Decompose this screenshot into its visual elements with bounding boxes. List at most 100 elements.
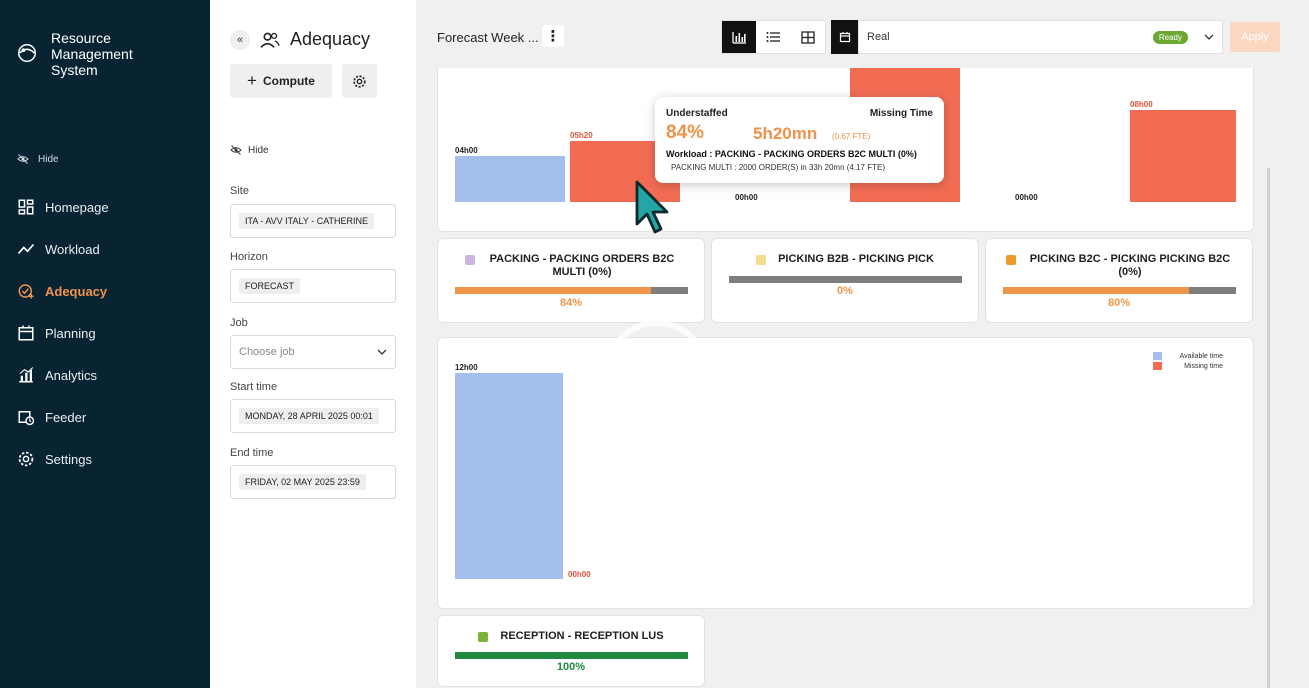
job-select[interactable]: Choose job bbox=[230, 335, 396, 369]
job-title-text: PACKING - PACKING ORDERS B2C MULTI (0%) bbox=[489, 253, 675, 278]
brand-name: Resource Management System bbox=[51, 30, 133, 78]
scenario-select[interactable]: Real Ready bbox=[858, 20, 1223, 54]
bar-value-label: 00h00 bbox=[1015, 193, 1038, 202]
page-title-text: Adequacy bbox=[290, 29, 371, 49]
brand-line: System bbox=[51, 62, 98, 78]
bar-value-label: 08h00 bbox=[1130, 100, 1153, 109]
start-time-label: Start time bbox=[230, 381, 278, 393]
job-card-picking-b2b[interactable]: PICKING B2B - PICKING PICK 0% bbox=[711, 238, 979, 323]
main-scrollbar[interactable] bbox=[1267, 168, 1270, 688]
calendar-icon bbox=[839, 32, 850, 43]
end-time-field[interactable]: FRIDAY, 02 MAY 2025 23:59 bbox=[230, 465, 396, 499]
sidebar-item-planning[interactable]: Planning bbox=[0, 312, 210, 354]
job-placeholder: Choose job bbox=[239, 346, 295, 358]
sidebar-item-analytics[interactable]: Analytics bbox=[0, 354, 210, 396]
job-percentage: 80% bbox=[1107, 297, 1131, 309]
sidebar-item-label: Settings bbox=[45, 451, 92, 467]
panel-hide-label: Hide bbox=[248, 144, 269, 156]
sidebar-item-workload[interactable]: Workload bbox=[0, 228, 210, 270]
job-title-text: PICKING B2C - PICKING PICKING B2C (0%) bbox=[1029, 253, 1231, 278]
sidebar-item-feeder[interactable]: Feeder bbox=[0, 396, 210, 438]
chevron-down-icon bbox=[377, 349, 387, 355]
dashboard-icon bbox=[18, 199, 34, 215]
play-icon bbox=[648, 351, 684, 395]
legend-item-missing[interactable]: Missing time bbox=[1153, 362, 1223, 370]
scenario-value: Real bbox=[867, 31, 890, 43]
bar-chart-icon bbox=[732, 31, 746, 44]
grid-view-button[interactable] bbox=[791, 21, 825, 53]
job-color-dot bbox=[1005, 255, 1016, 265]
tooltip-missing-value: 5h20mn bbox=[753, 124, 818, 143]
start-time-field[interactable]: MONDAY, 28 APRIL 2025 00:01 bbox=[230, 399, 396, 433]
brand[interactable]: Resource Management System bbox=[16, 30, 133, 78]
panel-hide-toggle[interactable]: Hide bbox=[230, 144, 269, 156]
sidebar-hide-toggle[interactable]: Hide bbox=[17, 153, 59, 165]
more-options-button[interactable]: ⋮ bbox=[542, 25, 564, 47]
job-card-packing-b2c-multi[interactable]: PACKING - PACKING ORDERS B2C MULTI (0%) … bbox=[437, 238, 705, 323]
bar-missing[interactable] bbox=[1130, 110, 1236, 202]
horizon-chip: FORECAST bbox=[239, 278, 301, 294]
legend-swatch bbox=[1153, 352, 1162, 360]
job-title: RECEPTION - RECEPTION LUS bbox=[438, 630, 704, 643]
sidebar-item-label: Adequacy bbox=[45, 283, 108, 299]
tooltip-workload: Workload : PACKING - PACKING ORDERS B2C … bbox=[666, 149, 917, 159]
bar-value-label: 00h00 bbox=[568, 570, 591, 579]
apply-button[interactable]: Apply bbox=[1230, 22, 1280, 52]
video-play-button[interactable] bbox=[604, 320, 710, 426]
job-title: PICKING B2B - PICKING PICK bbox=[712, 253, 978, 266]
eye-off-icon bbox=[230, 145, 242, 155]
job-card-reception[interactable]: RECEPTION - RECEPTION LUS 100% bbox=[437, 615, 705, 687]
users-icon bbox=[260, 32, 280, 48]
job-progress-fill bbox=[455, 652, 688, 659]
site-label: Site bbox=[230, 185, 249, 197]
job-card-picking-b2c[interactable]: PICKING B2C - PICKING PICKING B2C (0%) 8… bbox=[985, 238, 1253, 323]
bar-tooltip: Understaffed Missing Time 84% 5h20mn (0.… bbox=[655, 97, 944, 183]
calendar-icon bbox=[18, 325, 34, 341]
site-field[interactable]: ITA - AVV ITALY - CATHERINE bbox=[230, 204, 396, 238]
sidebar: Resource Management System Hide Homepage… bbox=[0, 0, 210, 688]
brand-logo-icon bbox=[18, 44, 36, 62]
sidebar-item-label: Planning bbox=[45, 325, 96, 341]
settings-button[interactable] bbox=[342, 64, 377, 98]
tooltip-detail: PACKING MULTI : 2000 ORDER(S) in 33h 20m… bbox=[671, 163, 885, 172]
sidebar-item-adequacy[interactable]: Adequacy bbox=[0, 270, 210, 312]
bar-value-label: 04h00 bbox=[455, 146, 478, 155]
horizon-label: Horizon bbox=[230, 251, 268, 263]
job-progress-bar bbox=[455, 287, 688, 294]
legend-label: Available time bbox=[1179, 352, 1223, 360]
job-color-dot bbox=[465, 255, 475, 265]
sidebar-item-homepage[interactable]: Homepage bbox=[0, 186, 210, 228]
bar-available[interactable] bbox=[455, 373, 563, 579]
legend-label: Missing time bbox=[1184, 362, 1223, 370]
compute-label: Compute bbox=[262, 74, 315, 88]
collapse-panel-button[interactable]: « bbox=[230, 30, 250, 50]
job-progress-fill bbox=[1003, 287, 1190, 294]
horizon-field[interactable]: FORECAST bbox=[230, 269, 396, 303]
bar-available[interactable] bbox=[455, 156, 565, 202]
job-color-dot bbox=[756, 255, 767, 265]
sidebar-item-settings[interactable]: Settings bbox=[0, 438, 210, 480]
sidebar-item-label: Analytics bbox=[45, 367, 98, 383]
tooltip-missing-label: Missing Time bbox=[869, 108, 933, 119]
tooltip-fte: (0.67 FTE) bbox=[832, 132, 871, 141]
chart-view-button[interactable] bbox=[722, 21, 757, 53]
kebab-icon: ⋮ bbox=[545, 28, 561, 45]
list-view-button[interactable] bbox=[756, 21, 790, 53]
brand-line: Resource bbox=[51, 30, 111, 46]
bar-value-label: 05h20 bbox=[570, 131, 593, 140]
adequacy-icon bbox=[18, 284, 34, 299]
job-progress-fill bbox=[455, 287, 651, 294]
calendar-button[interactable] bbox=[831, 20, 858, 54]
end-time-label: End time bbox=[230, 447, 274, 459]
trend-icon bbox=[17, 243, 35, 255]
eye-off-icon bbox=[17, 154, 29, 164]
job-title-text: PICKING B2B - PICKING PICK bbox=[778, 253, 934, 265]
job-title-text: RECEPTION - RECEPTION LUS bbox=[500, 630, 664, 642]
chart-legend: Available time Missing time bbox=[1153, 352, 1223, 372]
brand-line: Management bbox=[51, 46, 133, 62]
bar-value-label: 12h00 bbox=[455, 363, 478, 372]
compute-button[interactable]: + Compute bbox=[230, 64, 332, 98]
job-title: PICKING B2C - PICKING PICKING B2C (0%) bbox=[986, 253, 1252, 279]
legend-item-available[interactable]: Available time bbox=[1153, 352, 1223, 360]
gear-icon bbox=[353, 74, 366, 88]
